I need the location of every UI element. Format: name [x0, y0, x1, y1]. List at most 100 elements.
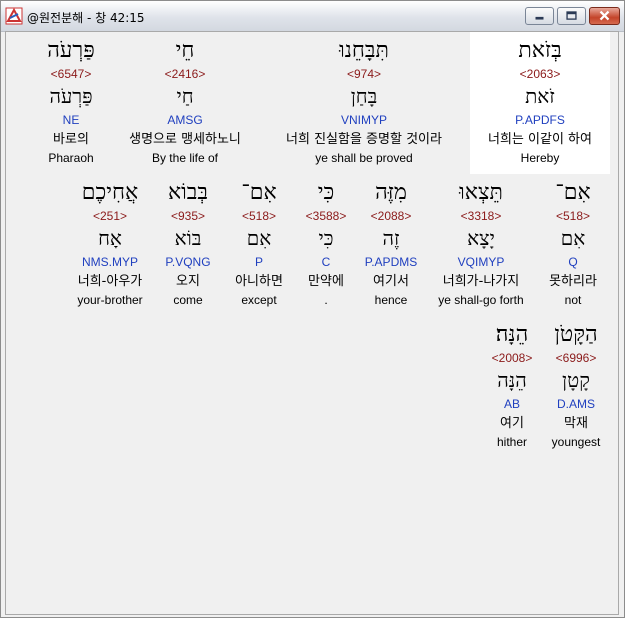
lemma: בָּחַן — [350, 84, 378, 108]
korean-gloss: 오지 — [176, 274, 200, 289]
hebrew-word: הַקָּטֹן — [554, 322, 598, 347]
english-gloss: ye shall-go forth — [438, 293, 524, 307]
english-gloss: not — [564, 293, 582, 307]
hebrew-word: אִם־ — [555, 180, 591, 205]
word-cell[interactable]: בְּבוֹא <935> בּוֹא P.VQNG 오지 come — [158, 174, 218, 314]
morphology-code[interactable]: VQIMYP — [428, 254, 534, 270]
english-gloss: Pharaoh — [48, 151, 94, 165]
morphology-code[interactable]: C — [298, 254, 354, 270]
word-cell[interactable]: אִם־ <518> אִם P 아니하면 except — [224, 174, 294, 314]
window-title: @원전분해 - 창 42:15 — [27, 11, 145, 25]
hebrew-word: אֲחִיכֶם — [81, 180, 139, 205]
lemma: הֵנָּה — [497, 368, 527, 392]
strong-number[interactable]: <251> — [66, 208, 154, 224]
minimize-button[interactable] — [525, 7, 554, 25]
strong-number[interactable]: <6547> — [36, 66, 106, 82]
hebrew-word: בְּזֹאת — [518, 38, 562, 63]
morphology-code[interactable]: D.AMS — [544, 396, 608, 412]
close-icon — [599, 10, 610, 21]
morphology-code[interactable]: P.APDMS — [358, 254, 424, 270]
korean-gloss: 너희 진실함을 증명할 것이라 — [286, 132, 442, 147]
lemma: אִם — [246, 226, 272, 250]
morphology-code[interactable]: AMSG — [114, 112, 256, 128]
morphology-code[interactable]: P — [224, 254, 294, 270]
word-cell[interactable]: תֵּצְאוּ <3318> יָצָא VQIMYP 너희가-나가지 ye … — [428, 174, 534, 314]
lemma: זֶה — [382, 226, 400, 250]
word-cell[interactable]: פַּרְעֹה <6547> פַּרְעֹה NE 바로의 Pharaoh — [36, 32, 106, 172]
korean-gloss: 못하리라 — [549, 274, 597, 289]
hebrew-word: בְּבוֹא — [167, 180, 209, 205]
hebrew-word: חֵי — [175, 38, 195, 63]
lemma: אִם — [560, 226, 586, 250]
morphology-code[interactable]: NE — [36, 112, 106, 128]
hebrew-word: פַּרְעֹה — [47, 38, 95, 63]
strong-number[interactable]: <2008> — [482, 350, 542, 366]
morphology-code[interactable]: P.VQNG — [158, 254, 218, 270]
hebrew-word: אִם־ — [241, 180, 277, 205]
hebrew-word: מִזֶּה — [375, 180, 407, 205]
lemma: כִּי — [318, 226, 334, 250]
english-gloss: By the life of — [151, 151, 219, 165]
word-cell[interactable]: הֵנָּה׃ <2008> הֵנָּה AB 여기 hither — [482, 316, 542, 456]
english-gloss: . — [324, 293, 328, 307]
hebrew-word: תֵּצְאוּ — [459, 180, 503, 205]
strong-number[interactable]: <518> — [538, 208, 608, 224]
word-cell[interactable]: הַקָּטֹן <6996> קָטָן D.AMS 막재 youngest — [544, 316, 608, 456]
strong-number[interactable]: <974> — [264, 66, 464, 82]
lemma: קָטָן — [562, 368, 590, 392]
strong-number[interactable]: <3588> — [298, 208, 354, 224]
word-cell[interactable]: אִם־ <518> אִם Q 못하리라 not — [538, 174, 608, 314]
strong-number[interactable]: <518> — [224, 208, 294, 224]
english-gloss: hence — [374, 293, 408, 307]
korean-gloss: 만약에 — [308, 274, 344, 289]
maximize-icon — [566, 11, 577, 20]
korean-gloss: 아니하면 — [235, 274, 283, 289]
korean-gloss: 너희-아우가 — [77, 274, 143, 289]
minimize-icon — [535, 16, 544, 20]
word-cell[interactable]: כִּי <3588> כִּי C 만약에 . — [298, 174, 354, 314]
hebrew-word: כִּי — [317, 180, 335, 205]
english-gloss: your-brother — [77, 293, 143, 307]
lemma: חַי — [176, 84, 194, 108]
lemma: יָצָא — [467, 226, 495, 250]
word-cell[interactable]: מִזֶּה <2088> זֶה P.APDMS 여기서 hence — [358, 174, 424, 314]
word-cell[interactable]: תִּבָּחֵנוּ <974> בָּחַן VNIMYP 너희 진실함을 … — [264, 32, 464, 172]
app-window: @원전분해 - 창 42:15 פַּרְעֹה <6547> פַּרְעֹה… — [0, 0, 625, 618]
korean-gloss: 여기 — [500, 416, 524, 431]
korean-gloss: 너희가-나가지 — [442, 274, 520, 289]
strong-number[interactable]: <6996> — [544, 350, 608, 366]
strong-number[interactable]: <2416> — [114, 66, 256, 82]
lemma: פַּרְעֹה — [49, 84, 93, 108]
korean-gloss: 너희는 이같이 하여 — [488, 132, 592, 147]
strong-number[interactable]: <3318> — [428, 208, 534, 224]
strong-number[interactable]: <935> — [158, 208, 218, 224]
korean-gloss: 생명으로 맹세하노니 — [129, 132, 241, 147]
english-gloss: except — [241, 293, 277, 307]
analysis-pane: פַּרְעֹה <6547> פַּרְעֹה NE 바로의 Pharaoh … — [5, 31, 619, 615]
morphology-code[interactable]: Q — [538, 254, 608, 270]
word-cell[interactable]: חֵי <2416> חַי AMSG 생명으로 맹세하노니 By the li… — [114, 32, 256, 172]
morphology-code[interactable]: NMS.MYP — [66, 254, 154, 270]
word-cell[interactable]: אֲחִיכֶם <251> אָח NMS.MYP 너희-아우가 your-b… — [66, 174, 154, 314]
title-bar[interactable]: @원전분해 - 창 42:15 — [1, 1, 624, 32]
strong-number[interactable]: <2088> — [358, 208, 424, 224]
korean-gloss: 여기서 — [373, 274, 409, 289]
word-cell-selected[interactable]: בְּזֹאת <2063> זֹאת P.APDFS 너희는 이같이 하여 H… — [470, 32, 610, 174]
maximize-button[interactable] — [557, 7, 586, 25]
morphology-code[interactable]: AB — [482, 396, 542, 412]
english-gloss: Hereby — [520, 151, 560, 165]
hebrew-word: הֵנָּה׃ — [495, 322, 529, 347]
close-button[interactable] — [589, 7, 620, 25]
hebrew-word: תִּבָּחֵנוּ — [339, 38, 389, 63]
korean-gloss: 막재 — [564, 416, 588, 431]
lemma: זֹאת — [525, 84, 555, 108]
strong-number[interactable]: <2063> — [470, 66, 610, 82]
lemma: אָח — [98, 226, 122, 250]
english-gloss: come — [173, 293, 203, 307]
morphology-code[interactable]: VNIMYP — [264, 112, 464, 128]
korean-gloss: 바로의 — [53, 132, 89, 147]
english-gloss: youngest — [551, 435, 601, 449]
english-gloss: hither — [496, 435, 528, 449]
lemma: בּוֹא — [174, 226, 202, 250]
morphology-code[interactable]: P.APDFS — [470, 112, 610, 128]
